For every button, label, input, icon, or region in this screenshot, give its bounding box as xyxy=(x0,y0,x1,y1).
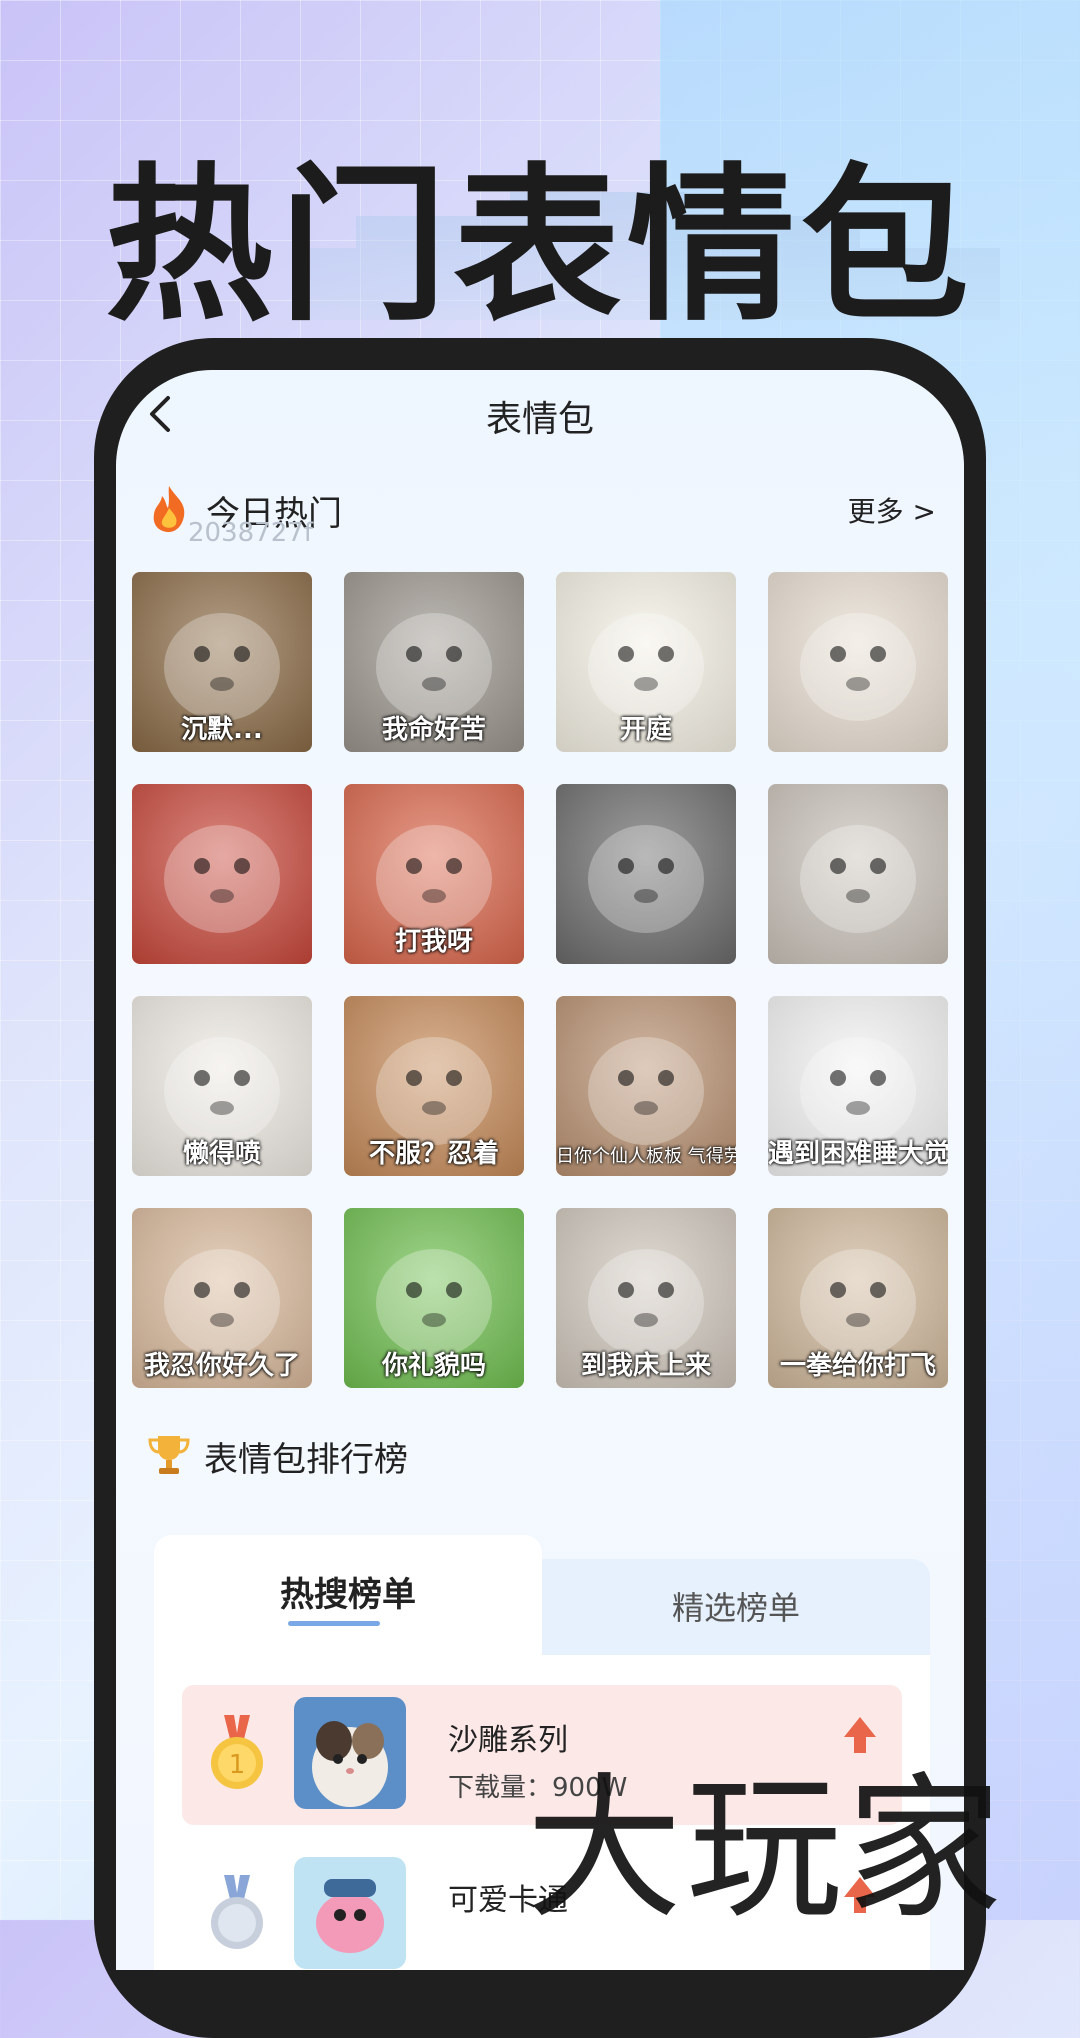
sticker-caption: 懒得喷 xyxy=(182,1139,261,1169)
sticker-caption: 到我床上来 xyxy=(580,1351,711,1381)
more-link[interactable]: 更多 > xyxy=(848,490,936,530)
nav-bar: 表情包 xyxy=(116,370,964,458)
sticker-tile[interactable]: 我命好苦 xyxy=(344,572,524,752)
sticker-tile[interactable]: 一拳给你打飞 xyxy=(768,1208,948,1388)
sticker-tile[interactable]: 你礼貌吗 xyxy=(344,1208,524,1388)
page-title: 表情包 xyxy=(485,399,594,440)
sticker-tile[interactable]: 遇到困难睡大觉 xyxy=(768,996,948,1176)
gold-medal-icon: 1 xyxy=(211,1715,263,1789)
sticker-tile[interactable] xyxy=(132,784,312,964)
cat-collage-icon xyxy=(800,613,916,721)
ranking-tabs: 热搜榜单 精选榜单 xyxy=(154,1535,930,1655)
sticker-caption: 你礼貌吗 xyxy=(381,1351,486,1381)
sticker-tile[interactable] xyxy=(556,784,736,964)
tab-hot-search[interactable]: 热搜榜单 xyxy=(154,1535,542,1655)
tab-featured[interactable]: 精选榜单 xyxy=(542,1559,930,1655)
sticker-caption: 打我呀 xyxy=(394,927,473,957)
sticker-tile[interactable]: 沉默... xyxy=(132,572,312,752)
sticker-caption: 我忍你好久了 xyxy=(143,1351,300,1381)
sticker-tile[interactable]: 开庭 xyxy=(556,572,736,752)
pig-character-icon xyxy=(164,825,280,933)
trophy-icon xyxy=(148,1436,190,1474)
sticker-tile[interactable]: 我忍你好久了 xyxy=(132,1208,312,1388)
rank-thumbnail xyxy=(294,1857,406,1969)
rank-thumbnail xyxy=(294,1697,406,1809)
tab-featured-label: 精选榜单 xyxy=(671,1589,800,1627)
sticker-tile[interactable] xyxy=(768,572,948,752)
ranking-header: 表情包排行榜 xyxy=(146,1428,646,1480)
active-tab-indicator xyxy=(288,1621,380,1626)
doge-grid-icon xyxy=(588,825,704,933)
sticker-caption: 不服？忍着 xyxy=(368,1139,499,1169)
sticker-tile[interactable]: 日你个仙人板板 气得劳资脑壳冒🔥 xyxy=(556,996,736,1176)
sticker-caption: 遇到困难睡大觉 xyxy=(768,1139,948,1169)
silver-medal-icon xyxy=(211,1875,263,1949)
sticker-caption: 开庭 xyxy=(619,715,672,745)
sticker-tile[interactable] xyxy=(768,784,948,964)
fire-icon xyxy=(153,486,185,532)
sticker-caption: 一拳给你打飞 xyxy=(779,1351,936,1381)
sticker-tile[interactable]: 打我呀 xyxy=(344,784,524,964)
sticker-tile[interactable]: 不服？忍着 xyxy=(344,996,524,1176)
sticker-caption: 我命好苦 xyxy=(381,715,486,745)
sticker-caption: 日你个仙人板板 气得劳资脑壳冒🔥 xyxy=(556,1146,736,1167)
hero-title: 热门表情包 xyxy=(105,148,975,344)
watermark-id-text: 2038727f xyxy=(188,518,313,548)
mask-face-icon xyxy=(800,825,916,933)
tab-hot-search-label: 热搜榜单 xyxy=(280,1575,416,1615)
sticker-tile[interactable]: 懒得喷 xyxy=(132,996,312,1176)
svg-text:1: 1 xyxy=(229,1750,246,1780)
ranking-title: 表情包排行榜 xyxy=(204,1440,408,1480)
sticker-caption: 沉默... xyxy=(181,715,263,745)
sticker-tile[interactable]: 到我床上来 xyxy=(556,1208,736,1388)
brand-watermark: 大玩家 xyxy=(526,1758,1006,1940)
